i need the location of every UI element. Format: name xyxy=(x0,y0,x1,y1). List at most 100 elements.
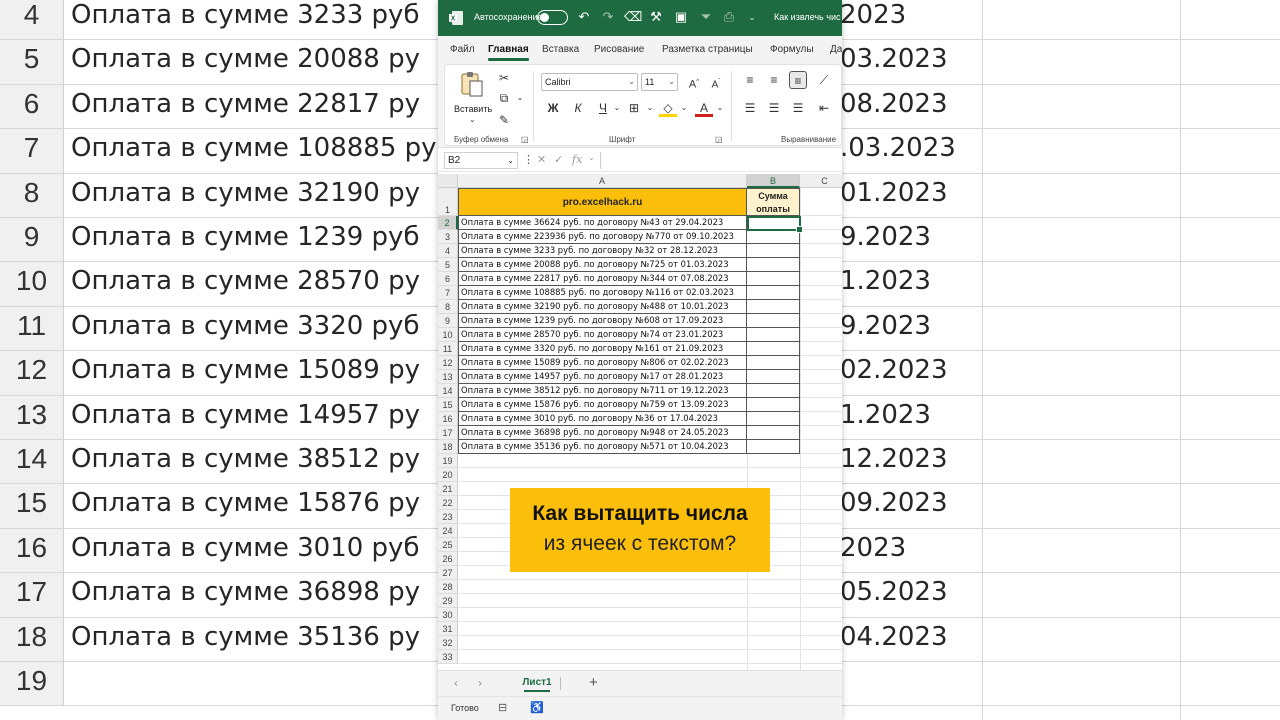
row-header[interactable]: 13 xyxy=(438,370,458,384)
align-bottom-icon[interactable]: ≡ xyxy=(789,71,807,89)
cell-a[interactable]: Оплата в сумме 108885 руб. по договору №… xyxy=(458,286,747,300)
cell-a[interactable]: Оплата в сумме 15876 руб. по договору №7… xyxy=(458,398,747,412)
row-header[interactable]: 31 xyxy=(438,622,458,636)
active-cell-b2[interactable] xyxy=(747,216,803,233)
print-icon[interactable]: ⎙ xyxy=(721,9,737,25)
autosave-toggle[interactable] xyxy=(537,10,568,25)
tab-3[interactable]: Рисование xyxy=(594,44,644,55)
row-header[interactable]: 14 xyxy=(438,384,458,398)
tab-4[interactable]: Разметка страницы xyxy=(662,44,753,55)
cell-a[interactable]: Оплата в сумме 3010 руб. по договору №36… xyxy=(458,412,747,426)
add-sheet-button[interactable]: + xyxy=(589,674,598,691)
cell-b[interactable] xyxy=(747,244,800,258)
decrease-font-icon[interactable]: Aˇ xyxy=(707,73,725,91)
row-header[interactable]: 3 xyxy=(438,230,458,244)
row-header[interactable]: 18 xyxy=(438,440,458,454)
cell-b[interactable] xyxy=(747,300,800,314)
cell-b[interactable] xyxy=(747,398,800,412)
eraser-icon[interactable]: ⌫ xyxy=(624,9,642,25)
more-commands-icon[interactable]: ⌄ xyxy=(744,9,760,25)
cut-icon[interactable]: ✂ xyxy=(495,69,513,87)
cell-a[interactable]: Оплата в сумме 32190 руб. по договору №4… xyxy=(458,300,747,314)
font-name-combo[interactable]: Calibri ⌄ xyxy=(541,73,638,91)
format-painter-icon[interactable]: ⚒ xyxy=(648,9,664,25)
cell-mode-icon[interactable]: ⊟ xyxy=(498,701,507,714)
align-right-icon[interactable]: ☰ xyxy=(789,99,807,117)
tab-0[interactable]: Файл xyxy=(450,44,475,55)
row-header[interactable]: 21 xyxy=(438,482,458,496)
cell-a[interactable]: Оплата в сумме 15089 руб. по договору №8… xyxy=(458,356,747,370)
cell-b[interactable] xyxy=(747,342,800,356)
row-header[interactable]: 25 xyxy=(438,538,458,552)
row-header[interactable]: 22 xyxy=(438,496,458,510)
cell-a[interactable]: Оплата в сумме 36898 руб. по договору №9… xyxy=(458,426,747,440)
cell-a[interactable]: Оплата в сумме 14957 руб. по договору №1… xyxy=(458,370,747,384)
insert-function-icon[interactable]: fx xyxy=(572,153,582,166)
increase-font-icon[interactable]: A^ xyxy=(685,73,703,91)
cell-b[interactable] xyxy=(747,370,800,384)
save-icon[interactable]: ▣ xyxy=(673,9,689,25)
row-header[interactable]: 17 xyxy=(438,426,458,440)
format-painter-brush-icon[interactable]: ✎ xyxy=(495,111,513,129)
row-header[interactable]: 1 xyxy=(438,188,458,216)
align-top-icon[interactable]: ≡ xyxy=(741,71,759,89)
row-header[interactable]: 4 xyxy=(438,244,458,258)
row-header[interactable]: 5 xyxy=(438,258,458,272)
cell-a[interactable]: Оплата в сумме 35136 руб. по договору №5… xyxy=(458,440,747,454)
row-header[interactable]: 33 xyxy=(438,650,458,664)
font-launcher-icon[interactable]: ◲ xyxy=(715,135,723,144)
font-size-combo[interactable]: 11 ⌄ xyxy=(641,73,678,91)
row-header[interactable]: 26 xyxy=(438,552,458,566)
prev-sheet-icon[interactable]: ‹ xyxy=(454,676,458,690)
cell-b[interactable] xyxy=(747,384,800,398)
tab-6[interactable]: Да xyxy=(830,44,842,55)
formula-input[interactable] xyxy=(600,152,840,169)
cell-b[interactable] xyxy=(747,356,800,370)
next-sheet-icon[interactable]: › xyxy=(478,676,482,690)
cell-b[interactable] xyxy=(747,314,800,328)
bold-button[interactable]: Ж xyxy=(544,99,562,117)
cell-a[interactable]: Оплата в сумме 38512 руб. по договору №7… xyxy=(458,384,747,398)
cell-a[interactable]: Оплата в сумме 20088 руб. по договору №7… xyxy=(458,258,747,272)
more-icon[interactable]: ⋮ xyxy=(523,153,534,166)
cell-a[interactable]: Оплата в сумме 28570 руб. по договору №7… xyxy=(458,328,747,342)
align-middle-icon[interactable]: ≡ xyxy=(765,71,783,89)
clipboard-launcher-icon[interactable]: ◲ xyxy=(521,135,529,144)
cell-b[interactable] xyxy=(747,440,800,454)
cell-b[interactable] xyxy=(747,412,800,426)
header-cell-b1[interactable]: Сумма оплаты xyxy=(747,188,800,216)
cell-b[interactable] xyxy=(747,272,800,286)
fx-dropdown-icon[interactable]: ⌄ xyxy=(588,153,595,162)
cell-a[interactable]: Оплата в сумме 3233 руб. по договору №32… xyxy=(458,244,747,258)
accessibility-icon[interactable]: ♿ xyxy=(530,701,544,714)
undo-icon[interactable]: ↶ xyxy=(576,9,592,25)
tab-5[interactable]: Формулы xyxy=(770,44,814,55)
cell-a[interactable]: Оплата в сумме 3320 руб. по договору №16… xyxy=(458,342,747,356)
decrease-indent-icon[interactable]: ⇤ xyxy=(815,99,833,117)
row-header[interactable]: 15 xyxy=(438,398,458,412)
enter-icon[interactable]: ✓ xyxy=(554,153,563,166)
tab-1[interactable]: Главная xyxy=(488,44,529,61)
paste-icon[interactable] xyxy=(459,70,485,98)
tab-2[interactable]: Вставка xyxy=(542,44,579,55)
cancel-icon[interactable]: ✕ xyxy=(537,153,546,166)
row-header[interactable]: 30 xyxy=(438,608,458,622)
cell-a[interactable]: Оплата в сумме 22817 руб. по договору №3… xyxy=(458,272,747,286)
row-header[interactable]: 8 xyxy=(438,300,458,314)
orientation-icon[interactable]: ⟋ xyxy=(815,71,833,89)
filter-icon[interactable]: ⏷ xyxy=(698,9,714,25)
row-header[interactable]: 32 xyxy=(438,636,458,650)
cell-a[interactable]: Оплата в сумме 1239 руб. по договору №60… xyxy=(458,314,747,328)
cell-b[interactable] xyxy=(747,286,800,300)
align-center-icon[interactable]: ☰ xyxy=(765,99,783,117)
sheet-tab-active[interactable]: Лист1 xyxy=(518,673,556,693)
align-left-icon[interactable]: ☰ xyxy=(741,99,759,117)
row-header[interactable]: 10 xyxy=(438,328,458,342)
row-header[interactable]: 6 xyxy=(438,272,458,286)
copy-dropdown-icon[interactable]: ⌄ xyxy=(511,89,529,107)
column-header-a[interactable]: A xyxy=(458,174,747,188)
row-header[interactable]: 2 xyxy=(438,216,458,230)
row-header[interactable]: 7 xyxy=(438,286,458,300)
row-header[interactable]: 27 xyxy=(438,566,458,580)
row-header[interactable]: 23 xyxy=(438,510,458,524)
